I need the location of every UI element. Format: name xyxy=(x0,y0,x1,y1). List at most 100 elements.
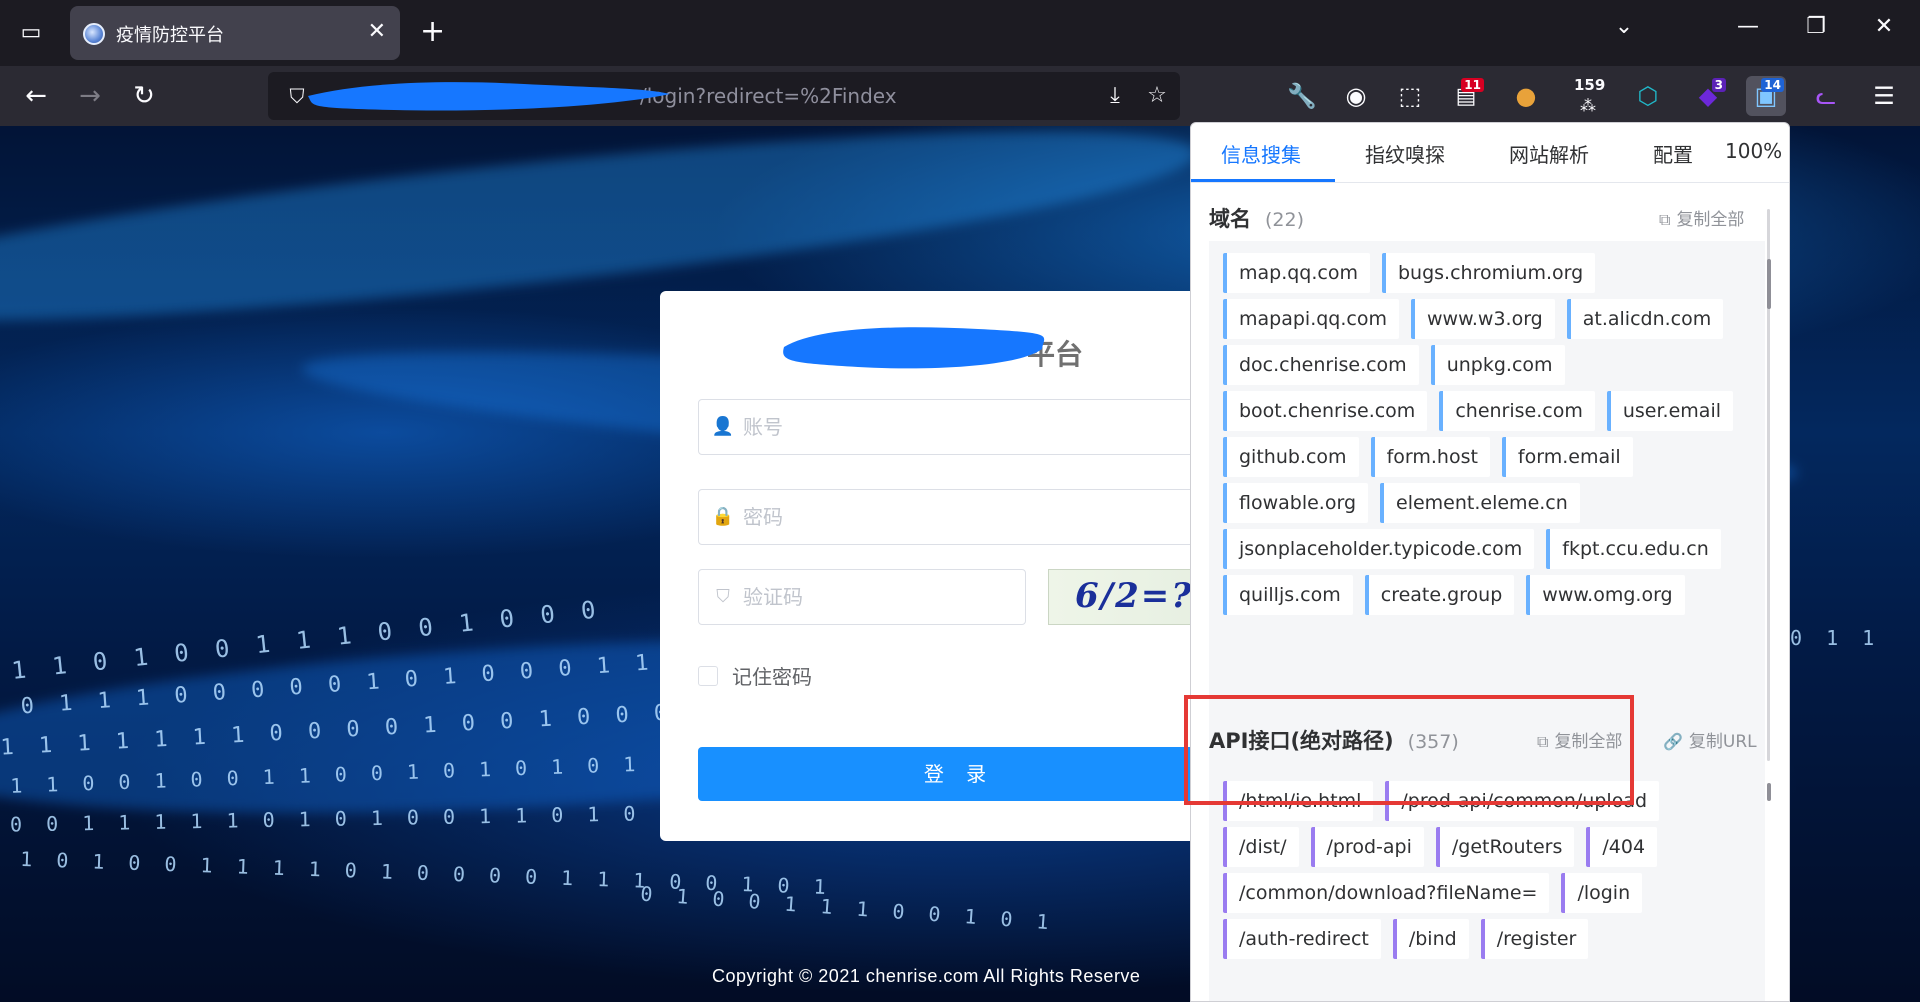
domains-tag[interactable]: jsonplaceholder.typicode.com xyxy=(1223,529,1535,569)
minimize-icon[interactable]: — xyxy=(1728,14,1768,39)
url-bar[interactable]: ⛉ /login?redirect=%2Findex ⤓ ☆ xyxy=(268,72,1180,120)
new-tab-icon[interactable]: + xyxy=(420,14,445,50)
tab-config[interactable]: 配置 xyxy=(1653,139,1693,168)
domains-copy-all-button[interactable]: ⧉ 复制全部 xyxy=(1659,205,1744,230)
domains-tag[interactable]: github.com xyxy=(1223,437,1359,477)
shield-check-icon: ⛉ xyxy=(716,586,730,607)
domains-tag[interactable]: at.alicdn.com xyxy=(1566,299,1724,339)
domains-row: map.qq.com bugs.chromium.org xyxy=(1223,253,1753,299)
login-button[interactable]: 登 录 xyxy=(698,747,1220,801)
api-copy-url-button[interactable]: 🔗 复制URL xyxy=(1663,727,1757,752)
back-icon[interactable]: ← xyxy=(16,78,56,114)
copy-icon: ⧉ xyxy=(1659,210,1671,229)
restore-icon[interactable]: ❐ xyxy=(1796,14,1836,39)
password-field[interactable]: 🔒 xyxy=(698,489,1220,545)
cat-ext-icon[interactable]: ᓚ xyxy=(1806,76,1846,116)
api-row: /auth-redirect/bind/register xyxy=(1223,919,1753,965)
domains-tag[interactable]: chenrise.com xyxy=(1439,391,1595,431)
domains-row: doc.chenrise.com unpkg.com xyxy=(1223,345,1753,391)
reload-icon[interactable]: ↻ xyxy=(124,78,164,114)
puzzle-icon[interactable]: ⬚ xyxy=(1390,76,1430,116)
tab-title: 疫情防控平台 xyxy=(116,25,224,46)
close-window-icon[interactable]: ✕ xyxy=(1864,14,1904,39)
domains-tag[interactable]: mapapi.qq.com xyxy=(1223,299,1399,339)
list-all-tabs-icon[interactable]: ⌄ xyxy=(1604,14,1644,39)
api-rows: /html/ie.html/prod-api/common/upload/dis… xyxy=(1223,781,1753,965)
tab-active[interactable]: 疫情防控平台 ✕ xyxy=(70,6,400,60)
gem-ext-icon[interactable]: ◆ 3 xyxy=(1688,76,1728,116)
lock-icon: 🔒 xyxy=(711,506,735,527)
api-tag[interactable]: /getRouters xyxy=(1435,827,1575,867)
user-icon: 👤 xyxy=(711,416,735,437)
domains-tag[interactable]: user.email xyxy=(1606,391,1733,431)
api-scrollbar[interactable] xyxy=(1767,783,1771,801)
domains-tag[interactable]: www.w3.org xyxy=(1410,299,1555,339)
api-row: /dist/ /prod-api/getRouters/404 xyxy=(1223,827,1753,873)
site-favicon-icon xyxy=(83,23,105,45)
calendar-ext-badge: 11 xyxy=(1461,78,1484,92)
domains-tag[interactable]: fkpt.ccu.edu.cn xyxy=(1546,529,1721,569)
title-redaction xyxy=(783,327,1045,369)
api-tag[interactable]: /prod-api xyxy=(1310,827,1424,867)
forward-icon[interactable]: → xyxy=(70,78,110,114)
username-field[interactable]: 👤 xyxy=(698,399,1220,455)
domains-scrollbar[interactable] xyxy=(1767,259,1771,309)
domains-tag[interactable]: bugs.chromium.org xyxy=(1382,253,1596,293)
captcha-field[interactable]: ⛉ xyxy=(698,569,1026,625)
domains-tag[interactable]: flowable.org xyxy=(1223,483,1369,523)
tab-site-parse[interactable]: 网站解析 xyxy=(1509,139,1589,168)
counter-ext-icon[interactable]: 159 ⁂ xyxy=(1568,76,1608,116)
save-page-icon[interactable]: ⤓ xyxy=(1098,80,1132,112)
domains-tag[interactable]: create.group xyxy=(1364,575,1515,615)
domains-tag[interactable]: boot.chenrise.com xyxy=(1223,391,1428,431)
account-icon[interactable]: ◉ xyxy=(1336,76,1376,116)
api-tag[interactable]: /common/download?fileName= xyxy=(1223,873,1550,913)
domains-tag[interactable]: form.host xyxy=(1370,437,1490,477)
api-tag[interactable]: /auth-redirect xyxy=(1223,919,1381,959)
bookmark-star-icon[interactable]: ☆ xyxy=(1140,80,1174,112)
active-tab-indicator xyxy=(1191,179,1335,182)
extension-popup: 信息搜集 指纹嗅探 网站解析 配置 100% 域名 (22) ⧉ 复制全部 map.… xyxy=(1190,122,1790,1002)
api-tag[interactable]: /login xyxy=(1561,873,1643,913)
domains-tag[interactable]: unpkg.com xyxy=(1430,345,1565,385)
api-tag[interactable]: /register xyxy=(1480,919,1589,959)
tab-bar: ▭ 疫情防控平台 ✕ + ⌄ — ❐ ✕ xyxy=(0,0,1920,66)
domains-tag[interactable]: quilljs.com xyxy=(1223,575,1353,615)
menu-icon[interactable]: ☰ xyxy=(1864,76,1904,116)
findsomething-ext-badge: 14 xyxy=(1761,78,1784,92)
tab-list-icon[interactable]: ▭ xyxy=(14,18,48,48)
cookie-icon[interactable]: ● xyxy=(1506,76,1546,116)
calendar-ext-icon[interactable]: ▤ 11 xyxy=(1446,76,1486,116)
bg-binary-digits: 0 1 0 0 1 1 1 0 0 1 0 1 xyxy=(639,881,1056,935)
api-tag[interactable]: /dist/ xyxy=(1223,827,1299,867)
close-tab-icon[interactable]: ✕ xyxy=(368,19,386,44)
api-tag[interactable]: /bind xyxy=(1392,919,1469,959)
username-input[interactable] xyxy=(743,400,1203,454)
domains-tag[interactable]: doc.chenrise.com xyxy=(1223,345,1419,385)
remember-label[interactable]: 记住密码 xyxy=(732,661,812,690)
captcha-input[interactable] xyxy=(743,570,1013,624)
url-text: /login?redirect=%2Findex xyxy=(640,84,897,108)
domains-tag[interactable]: form.email xyxy=(1501,437,1633,477)
tab-fingerprint[interactable]: 指纹嗅探 xyxy=(1365,139,1445,168)
domains-tag[interactable]: map.qq.com xyxy=(1223,253,1370,293)
domains-row: quilljs.com create.group www.omg.org xyxy=(1223,575,1753,621)
domains-tag[interactable]: element.eleme.cn xyxy=(1380,483,1580,523)
link-icon: 🔗 xyxy=(1663,732,1683,751)
login-card: 平台 👤 🔒 ⛉ 6/2=? 记住密码 登 录 xyxy=(660,291,1220,841)
domain-rows: map.qq.com bugs.chromium.org mapapi.qq.com… xyxy=(1223,253,1753,621)
domains-row: flowable.org element.eleme.cn xyxy=(1223,483,1753,529)
hex-ext-icon[interactable]: ⬡ xyxy=(1628,76,1668,116)
tab-info-gather[interactable]: 信息搜集 xyxy=(1221,139,1301,168)
popup-tabs: 信息搜集 指纹嗅探 网站解析 配置 100% xyxy=(1191,123,1789,183)
zoom-level[interactable]: 100% xyxy=(1725,139,1782,163)
remember-checkbox[interactable] xyxy=(698,665,718,686)
domains-count: (22) xyxy=(1265,209,1305,231)
password-input[interactable] xyxy=(743,490,1203,544)
wrench-icon[interactable]: 🔧 xyxy=(1282,76,1322,116)
domains-tag[interactable]: www.omg.org xyxy=(1526,575,1685,615)
domains-row: boot.chenrise.com chenrise.com user.email xyxy=(1223,391,1753,437)
api-tag[interactable]: /404 xyxy=(1586,827,1658,867)
copyright-footer: Copyright © 2021 chenrise.com All Rights… xyxy=(712,966,1141,986)
findsomething-ext-icon[interactable]: ▣ 14 xyxy=(1746,76,1786,116)
